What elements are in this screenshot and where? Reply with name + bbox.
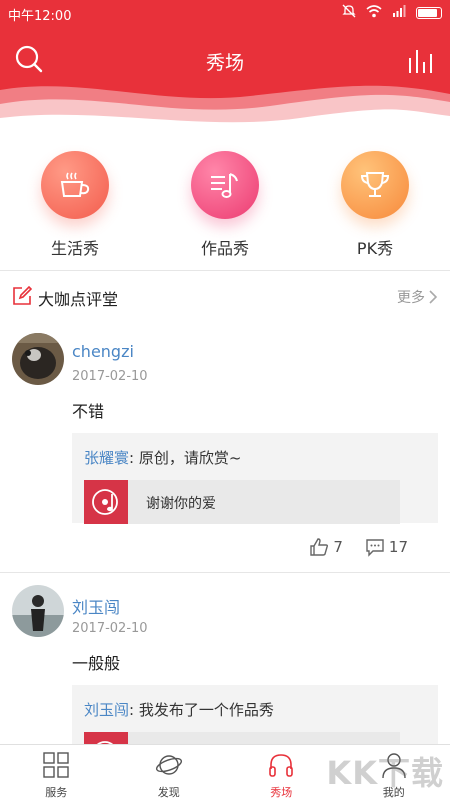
section-header: 大咖点评堂 更多 [0, 272, 450, 320]
stats-icon[interactable] [406, 44, 436, 74]
nav-item-service[interactable]: 服务 [0, 745, 113, 800]
category-work-show[interactable]: 作品秀 [150, 136, 300, 266]
divider [0, 270, 450, 271]
header-waves [0, 85, 450, 136]
planet-icon [155, 755, 182, 775]
section-title: 大咖点评堂 [38, 290, 119, 309]
coffee-cup-icon [41, 151, 109, 219]
edit-icon [13, 286, 32, 305]
quote-line: 刘玉闯: 我发布了一个作品秀 [84, 699, 274, 720]
page-title: 秀场 [205, 52, 244, 74]
post-card: 刘玉闯 2017-02-10 一般般 刘玉闯: 我发布了一个作品秀 [0, 572, 450, 744]
status-bar: 中午12:00 [0, 0, 450, 26]
more-link[interactable]: 更多 [397, 287, 438, 307]
grid-icon [43, 752, 69, 778]
attachment[interactable] [84, 732, 400, 744]
avatar[interactable] [12, 585, 64, 637]
quote-username[interactable]: 刘玉闯 [84, 701, 129, 719]
header: 中午12:00 秀场 [0, 0, 450, 136]
nav-item-show[interactable]: 秀场 [225, 745, 338, 800]
trophy-icon [341, 151, 409, 219]
quote-text: : 原创，请欣赏~ [129, 449, 242, 467]
status-time: 中午12:00 [8, 9, 72, 24]
post-actions: 7 17 [309, 537, 408, 557]
category-pk-show[interactable]: PK秀 [300, 136, 450, 266]
more-label: 更多 [397, 290, 425, 306]
username[interactable]: 刘玉闯 [72, 594, 120, 618]
category-row: 生活秀 作品秀 PK秀 [0, 136, 450, 266]
username[interactable]: chengzi [72, 342, 134, 361]
nav-label: 发现 [157, 786, 180, 799]
like-button[interactable]: 7 [309, 537, 343, 557]
album-icon [84, 732, 128, 744]
battery-icon [416, 7, 442, 19]
chevron-right-icon [429, 290, 438, 304]
nav-item-discover[interactable]: 发现 [113, 745, 226, 800]
post-text: 不错 [72, 402, 105, 421]
post-card: chengzi 2017-02-10 不错 张耀寰: 原创，请欣赏~ 谢谢你的爱… [0, 320, 450, 572]
quoted-post[interactable]: 刘玉闯: 我发布了一个作品秀 [72, 685, 438, 744]
nav-label: 服务 [45, 786, 68, 799]
category-label: 生活秀 [50, 239, 99, 258]
quoted-post[interactable]: 张耀寰: 原创，请欣赏~ 谢谢你的爱 [72, 433, 438, 524]
signal-icon [392, 5, 406, 21]
nav-label: 秀场 [270, 786, 293, 799]
music-list-icon [191, 151, 259, 219]
quote-line: 张耀寰: 原创，请欣赏~ [84, 447, 241, 468]
mute-icon [342, 4, 356, 22]
post-text: 一般般 [72, 654, 121, 673]
wifi-icon [366, 4, 382, 22]
quote-text: : 我发布了一个作品秀 [129, 701, 274, 719]
headphones-icon [269, 754, 294, 777]
post-date: 2017-02-10 [72, 621, 148, 636]
status-icons [342, 4, 442, 22]
category-label: PK秀 [356, 239, 394, 258]
attachment-title: 谢谢你的爱 [146, 496, 216, 512]
like-count: 7 [333, 538, 343, 556]
post-date: 2017-02-10 [72, 369, 148, 384]
album-icon [84, 480, 128, 524]
comment-count: 17 [388, 538, 408, 556]
avatar[interactable] [12, 333, 64, 385]
comment-button[interactable]: 17 [365, 537, 408, 557]
category-label: 作品秀 [200, 239, 249, 258]
category-life-show[interactable]: 生活秀 [0, 136, 150, 266]
attachment[interactable]: 谢谢你的爱 [84, 480, 400, 524]
quote-username[interactable]: 张耀寰 [84, 449, 129, 467]
comment-icon [366, 539, 384, 557]
watermark: KK下载 [326, 754, 444, 792]
thumbs-up-icon [310, 538, 329, 556]
